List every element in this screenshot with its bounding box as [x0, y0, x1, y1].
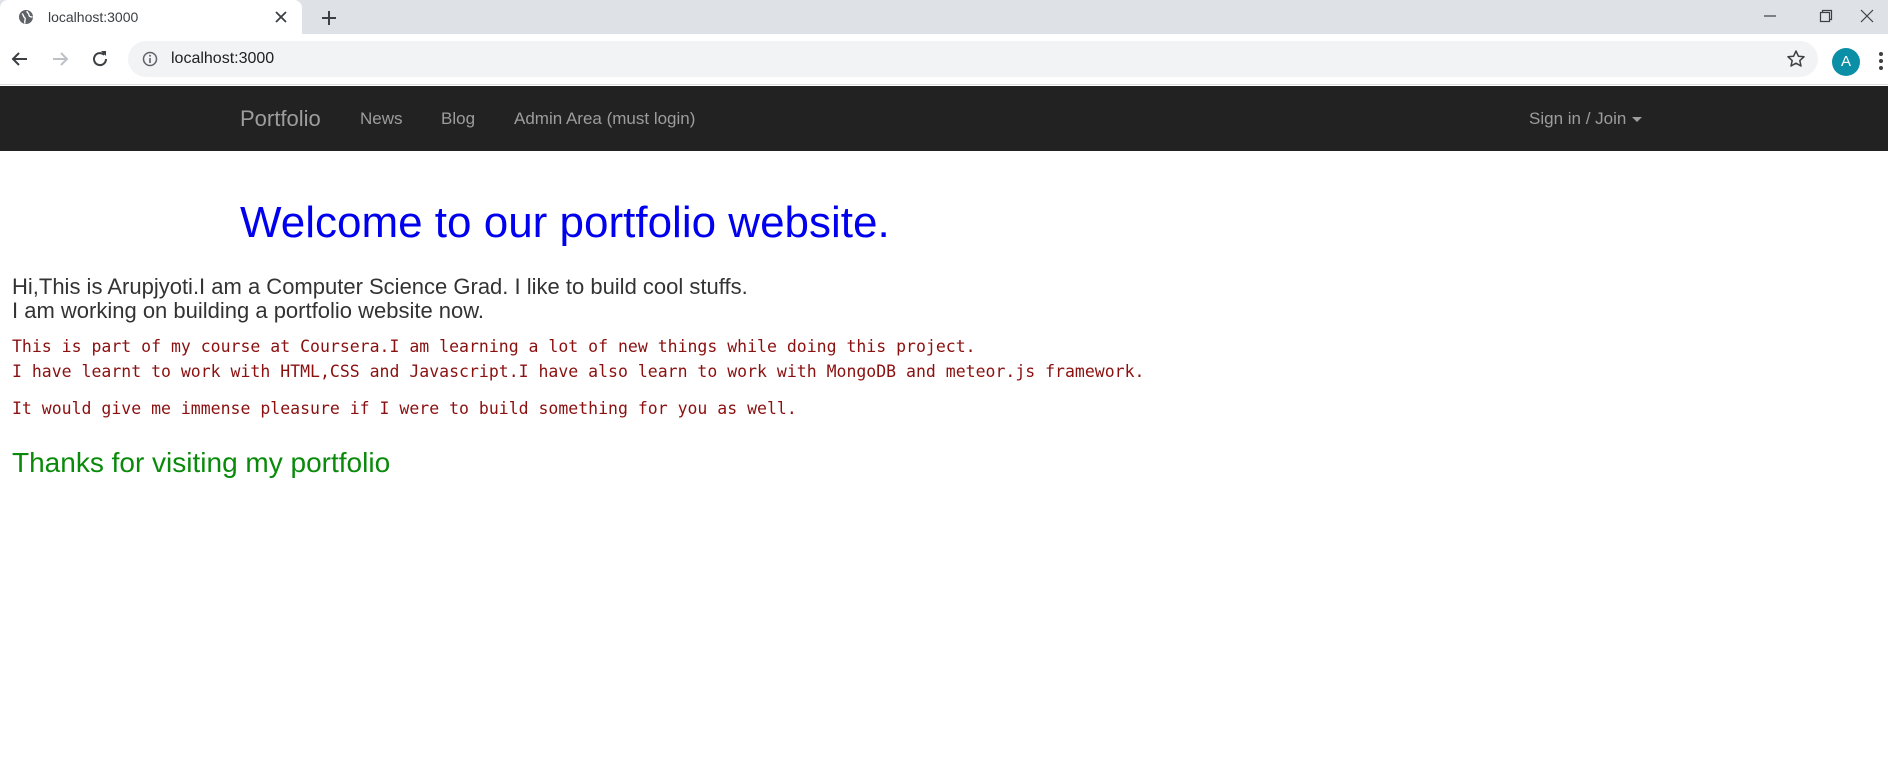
minimize-icon: [1764, 15, 1776, 17]
star-icon[interactable]: [1786, 49, 1806, 69]
site-navbar: Portfolio News Blog Admin Area (must log…: [0, 86, 1888, 151]
caret-down-icon: [1632, 117, 1643, 123]
navbar-brand[interactable]: Portfolio: [240, 106, 321, 132]
more-vert-icon[interactable]: [1878, 50, 1884, 72]
signin-dropdown[interactable]: Sign in / Join: [1529, 109, 1643, 129]
avatar[interactable]: A: [1832, 48, 1860, 76]
nav-link-admin[interactable]: Admin Area (must login): [514, 109, 695, 129]
browser-tabstrip: localhost:3000: [0, 0, 1888, 34]
browser-toolbar: localhost:3000 A: [0, 34, 1888, 85]
reload-icon[interactable]: [89, 48, 111, 70]
back-arrow-icon[interactable]: [9, 48, 31, 70]
info-icon[interactable]: [142, 51, 158, 67]
globe-icon: [19, 10, 33, 24]
course-line-1: This is part of my course at Coursera.I …: [12, 337, 976, 356]
window-close-icon: [1860, 9, 1874, 23]
restore-button[interactable]: [1803, 0, 1849, 34]
nav-link-blog[interactable]: Blog: [441, 109, 475, 129]
intro-line-1: Hi,This is Arupjyoti.I am a Computer Sci…: [12, 274, 748, 299]
address-bar[interactable]: localhost:3000: [128, 41, 1818, 77]
window-close-button[interactable]: [1858, 0, 1888, 34]
intro-line-2: I am working on building a portfolio web…: [12, 298, 485, 323]
tab-title: localhost:3000: [48, 9, 139, 25]
minimize-button[interactable]: [1747, 0, 1793, 34]
address-url: localhost:3000: [171, 50, 275, 67]
forward-arrow-icon[interactable]: [49, 48, 71, 70]
course-line-2: I have learnt to work with HTML,CSS and …: [12, 362, 1145, 381]
plus-icon[interactable]: [320, 9, 338, 27]
signin-label: Sign in / Join: [1529, 109, 1627, 128]
thanks-message: Thanks for visiting my portfolio: [12, 447, 391, 478]
nav-link-news[interactable]: News: [360, 109, 403, 129]
page-title: Welcome to our portfolio website.: [240, 198, 890, 247]
browser-tab[interactable]: localhost:3000: [0, 0, 302, 34]
intro-paragraph: Hi,This is Arupjyoti.I am a Computer Sci…: [12, 275, 748, 323]
pleasure-line: It would give me immense pleasure if I w…: [12, 399, 797, 418]
close-icon[interactable]: [274, 10, 288, 24]
restore-icon: [1819, 9, 1833, 23]
